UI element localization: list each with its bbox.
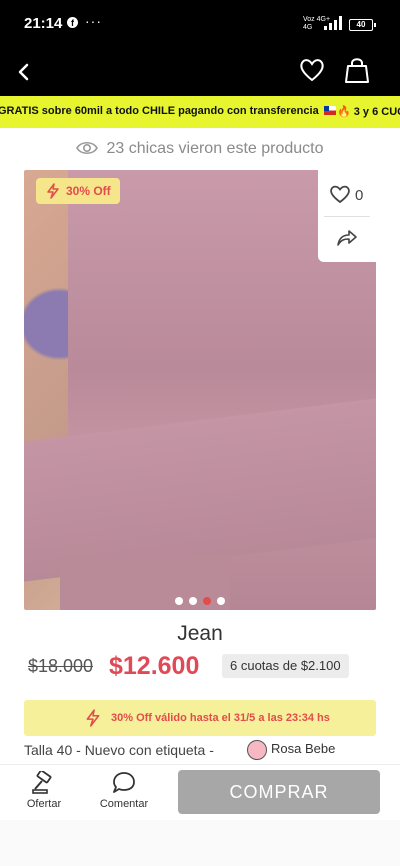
carousel-dot-active[interactable] [203,597,211,605]
like-button[interactable]: 0 [329,184,369,206]
lightning-icon [86,709,100,727]
status-time: 21:14 [24,15,63,32]
carousel-dot[interactable] [189,597,197,605]
divider [324,216,370,217]
top-app-bar [0,48,400,96]
viewers-text: 23 chicas vieron este producto [106,140,324,157]
facebook-icon: f [67,17,78,28]
carousel-dot[interactable] [217,597,225,605]
back-chevron-icon[interactable] [12,58,36,86]
product-details: Talla 40 - Nuevo con etiqueta - [24,742,214,758]
chile-flag-icon [323,106,336,115]
favorite-heart-icon[interactable] [298,56,326,84]
comentar-button[interactable]: Comentar [96,771,152,810]
likes-count: 0 [355,187,364,204]
carousel-indicator [0,592,400,610]
comprar-button[interactable]: COMPRAR [178,770,380,814]
promo-banner[interactable]: GRATIS sobre 60mil a todo CHILE pagando … [0,96,400,128]
sale-price: $12.600 [109,652,200,680]
original-price: $18.000 [28,656,94,676]
color-swatch [247,740,267,760]
share-icon[interactable] [336,228,358,248]
comentar-label: Comentar [99,798,149,810]
battery-icon: 40 [349,19,376,31]
ofertar-label: Ofertar [26,798,62,810]
carousel-dot[interactable] [175,597,183,605]
more-notifications-icon: ··· [85,13,102,29]
comment-icon [113,772,135,793]
bottom-action-bar: Ofertar Comentar COMPRAR [0,764,400,820]
promo-text-secondary: 🔥 3 y 6 CUOT [337,106,400,118]
gavel-icon [32,771,52,794]
lightning-icon [47,183,59,199]
discount-badge: 30% Off [36,178,120,204]
image-actions-panel: 0 [318,170,376,262]
system-navigation-area [0,820,400,866]
offer-text: 30% Off válido hasta el 31/5 a las 23:34… [111,712,330,724]
viewers-info: 23 chicas vieron este producto [0,140,400,162]
shopping-bag-icon[interactable] [344,55,370,85]
signal-icon [324,16,342,30]
discount-badge-text: 30% Off [66,184,111,198]
offer-banner: 30% Off válido hasta el 31/5 a las 23:34… [24,700,376,736]
status-bar: 21:14 f ··· Voz 4G+ 4G 40 [0,0,400,48]
product-title: Jean [177,622,223,645]
ofertar-button[interactable]: Ofertar [24,771,64,810]
installments-badge: 6 cuotas de $2.100 [222,654,349,678]
color-name: Rosa Bebe [271,741,336,756]
like-heart-icon [330,185,350,204]
network-label-2: 4G [303,24,313,31]
promo-text: GRATIS sobre 60mil a todo CHILE pagando … [0,105,336,117]
eye-icon [76,141,99,155]
